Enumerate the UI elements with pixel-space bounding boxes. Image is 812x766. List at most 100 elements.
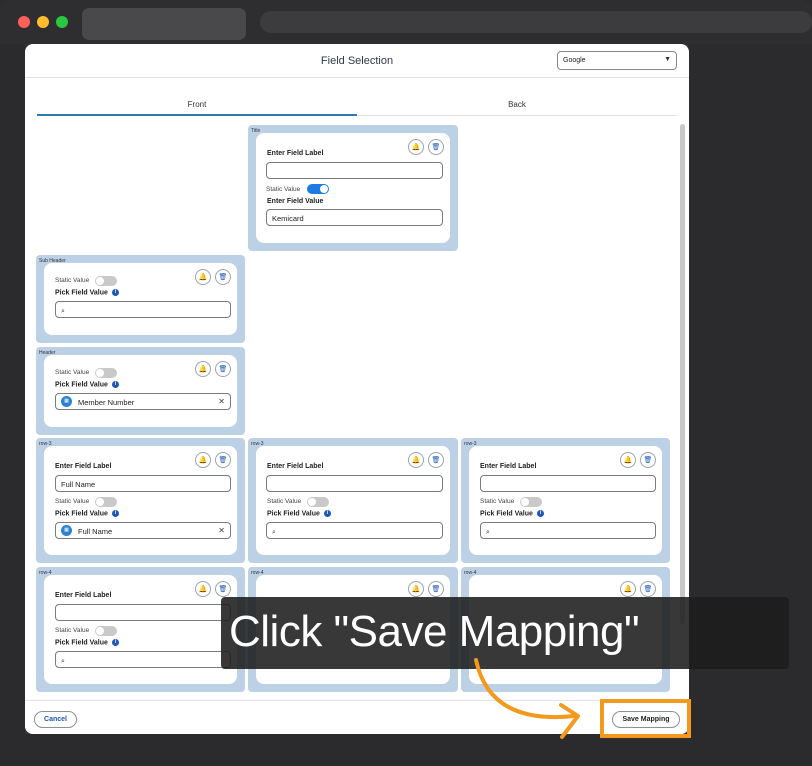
static-value-label: Static Value <box>55 627 90 634</box>
field-card: 🔔 🗑 Enter Field Label Static Value Pick … <box>256 446 450 555</box>
pick-field-heading: Pick Field Value i <box>55 510 119 517</box>
tab-back[interactable]: Back <box>357 94 677 116</box>
zoom-window-button[interactable] <box>56 16 68 28</box>
pick-field-search-input[interactable]: ⌕ <box>480 522 656 539</box>
field-label-input[interactable] <box>480 475 656 492</box>
pick-field-heading: Pick Field Value i <box>55 639 119 646</box>
side-tabs: Front Back <box>37 94 677 116</box>
field-card: 🔔 🗑 Static Value Pick Field Value i ⌕ <box>44 263 237 335</box>
entity-icon: ▦ <box>61 525 72 537</box>
card-actions: 🔔 🗑 <box>195 269 231 285</box>
minimize-window-button[interactable] <box>37 16 49 28</box>
field-label-heading: Enter Field Label <box>267 150 324 157</box>
pick-field-label: Pick Field Value <box>55 639 108 647</box>
entity-icon: ▦ <box>61 396 72 408</box>
static-value-label: Static Value <box>55 369 90 376</box>
field-block-row-3: row-3 🔔 🗑 Enter Field Label Full Name St… <box>36 438 245 563</box>
static-value-toggle[interactable] <box>307 497 329 507</box>
scrollbar[interactable] <box>680 124 685 624</box>
bell-icon[interactable]: 🔔 <box>408 581 424 597</box>
chevron-down-icon: ▼ <box>664 56 671 63</box>
trash-icon[interactable]: 🗑 <box>640 452 656 468</box>
search-icon: ⌕ <box>486 529 490 536</box>
bell-icon[interactable]: 🔔 <box>408 139 424 155</box>
search-icon: ⌕ <box>61 308 65 315</box>
card-actions: 🔔 🗑 <box>195 361 231 377</box>
field-label-heading: Enter Field Label <box>267 463 324 470</box>
bell-icon[interactable]: 🔔 <box>195 269 211 285</box>
field-label-heading: Enter Field Label <box>480 463 537 470</box>
pick-field-search-input[interactable]: ⌕ <box>55 301 231 318</box>
trash-icon[interactable]: 🗑 <box>428 581 444 597</box>
close-window-button[interactable] <box>18 16 30 28</box>
pick-field-heading: Pick Field Value i <box>267 510 331 517</box>
field-block-header: Header 🔔 🗑 Static Value Pick Field Value… <box>36 347 245 435</box>
pick-field-search-input[interactable]: ⌕ <box>55 651 231 668</box>
static-value-toggle[interactable] <box>307 184 329 194</box>
trash-icon[interactable]: 🗑 <box>428 452 444 468</box>
trash-icon[interactable]: 🗑 <box>640 581 656 597</box>
trash-icon[interactable]: 🗑 <box>215 581 231 597</box>
pick-field-label: Pick Field Value <box>55 510 108 518</box>
close-icon[interactable]: ✕ <box>218 526 225 535</box>
pick-field-value: Member Number <box>78 398 135 407</box>
info-icon[interactable]: i <box>111 639 119 646</box>
cancel-button[interactable]: Cancel <box>34 711 77 728</box>
search-icon: ⌕ <box>272 529 276 536</box>
trash-icon[interactable]: 🗑 <box>215 452 231 468</box>
provider-select[interactable]: Google ▼ <box>557 51 677 70</box>
info-icon[interactable]: i <box>536 510 544 517</box>
trash-icon[interactable]: 🗑 <box>215 269 231 285</box>
pick-field-label: Pick Field Value <box>267 510 320 518</box>
info-icon[interactable]: i <box>111 381 119 388</box>
bell-icon[interactable]: 🔔 <box>408 452 424 468</box>
address-bar[interactable] <box>260 11 812 33</box>
static-value-label: Static Value <box>266 186 301 193</box>
static-value-toggle[interactable] <box>95 368 117 378</box>
field-label-input[interactable] <box>266 475 443 492</box>
static-value-toggle[interactable] <box>95 276 117 286</box>
field-value-input[interactable]: Kemicard <box>266 209 443 226</box>
pick-field-label: Pick Field Value <box>55 381 108 389</box>
field-label-heading: Enter Field Label <box>55 592 112 599</box>
pick-field-value: Full Name <box>78 527 113 536</box>
info-icon[interactable]: i <box>111 289 119 296</box>
trash-icon[interactable]: 🗑 <box>428 139 444 155</box>
modal-header: Field Selection Google ▼ <box>25 44 689 78</box>
app-window: Field Selection Google ▼ Front Back Titl… <box>0 0 812 766</box>
field-card: 🔔 🗑 Enter Field Label Static Value Enter… <box>256 133 450 243</box>
bell-icon[interactable]: 🔔 <box>195 452 211 468</box>
bell-icon[interactable]: 🔔 <box>195 361 211 377</box>
field-block-title: Title 🔔 🗑 Enter Field Label Static Value… <box>248 125 458 251</box>
pick-field-heading: Pick Field Value i <box>55 381 119 388</box>
card-actions: 🔔 🗑 <box>195 581 231 597</box>
card-actions: 🔔 🗑 <box>620 581 656 597</box>
static-value-toggle[interactable] <box>520 497 542 507</box>
field-block-row-4: row-4 🔔 🗑 Enter Field Label Static Value… <box>36 567 245 692</box>
field-label-heading: Enter Field Label <box>55 463 112 470</box>
pick-field-input[interactable]: ▦ Member Number ✕ <box>55 393 231 410</box>
trash-icon[interactable]: 🗑 <box>215 361 231 377</box>
pick-field-input[interactable]: ▦ Full Name ✕ <box>55 522 231 539</box>
browser-tab[interactable] <box>82 8 246 40</box>
pick-field-search-input[interactable]: ⌕ <box>266 522 443 539</box>
static-value-toggle[interactable] <box>95 626 117 636</box>
field-label-input[interactable] <box>266 162 443 179</box>
field-label-input[interactable]: Full Name <box>55 475 231 492</box>
window-titlebar <box>0 0 812 44</box>
block-name: Title <box>251 128 261 134</box>
field-label-input[interactable] <box>55 604 231 621</box>
instruction-overlay: Click "Save Mapping" <box>221 597 789 669</box>
bell-icon[interactable]: 🔔 <box>620 452 636 468</box>
static-value-toggle[interactable] <box>95 497 117 507</box>
info-icon[interactable]: i <box>323 510 331 517</box>
bell-icon[interactable]: 🔔 <box>195 581 211 597</box>
close-icon[interactable]: ✕ <box>218 397 225 406</box>
provider-select-value: Google <box>563 57 586 64</box>
tab-front[interactable]: Front <box>37 94 357 116</box>
field-block-row-3: row-3 🔔 🗑 Enter Field Label Static Value… <box>248 438 458 563</box>
card-actions: 🔔 🗑 <box>408 581 444 597</box>
info-icon[interactable]: i <box>111 510 119 517</box>
save-button-highlight <box>600 699 691 738</box>
bell-icon[interactable]: 🔔 <box>620 581 636 597</box>
